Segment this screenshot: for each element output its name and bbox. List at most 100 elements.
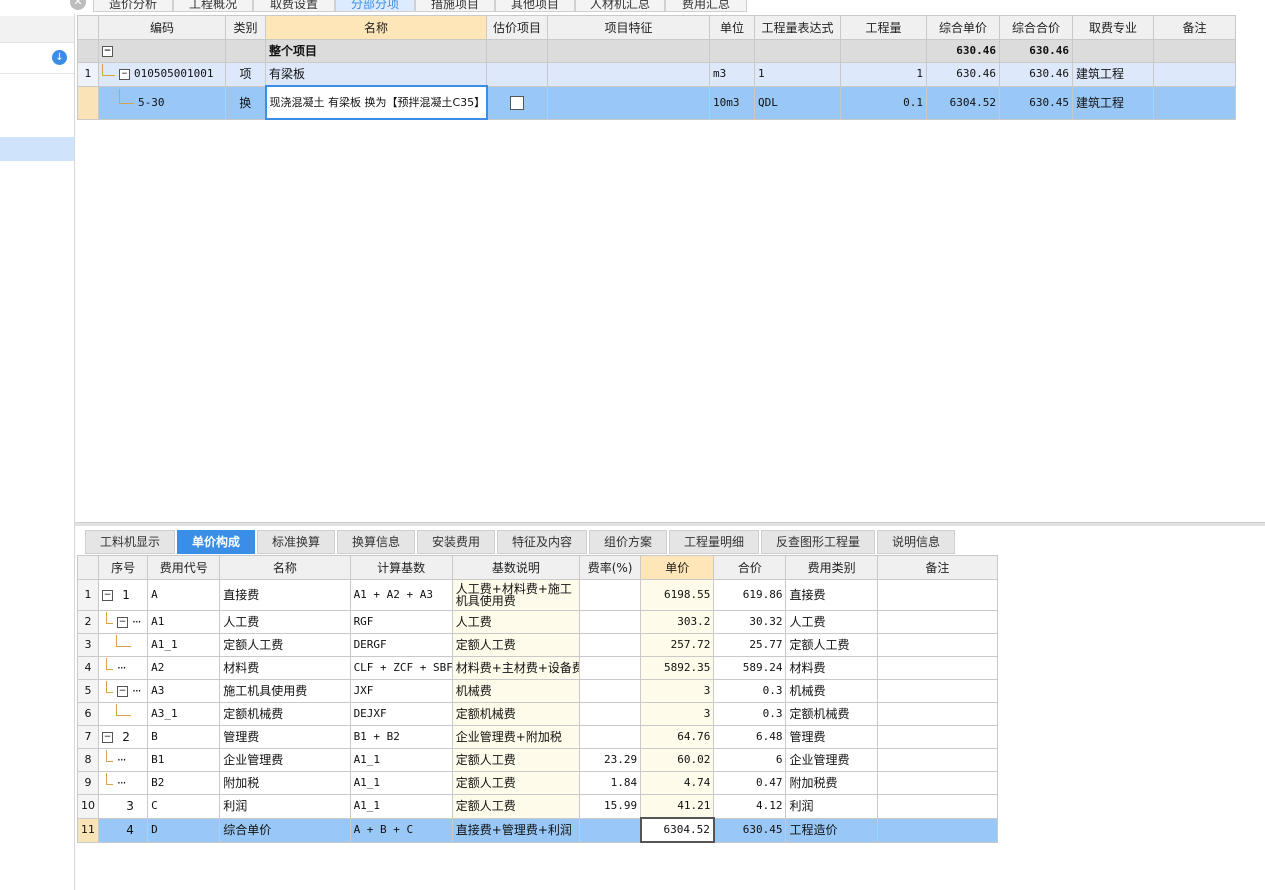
table-row[interactable]: 2− ··· A1 人工费 RGF 人工费 303.2 30.32 人工费	[76, 610, 999, 634]
tab-project-overview[interactable]: 工程概况	[173, 0, 253, 12]
header-total[interactable]: 合价	[713, 555, 787, 580]
row-rate[interactable]	[579, 610, 642, 634]
row-name[interactable]: 利润	[219, 794, 351, 819]
header-fee-type[interactable]: 取费专业	[1072, 15, 1154, 40]
row-remark[interactable]	[876, 702, 999, 726]
header-qty[interactable]: 工程量	[840, 15, 927, 40]
header-calc-base[interactable]: 计算基数	[349, 555, 453, 580]
row-calc-base[interactable]: JXF	[349, 679, 453, 703]
row-name[interactable]: 企业管理费	[219, 748, 351, 772]
collapse-toggle-icon[interactable]: −	[119, 68, 130, 80]
header-fee-category[interactable]: 费用类别	[785, 555, 878, 580]
tab-sub-items[interactable]: 分部分项	[335, 0, 415, 12]
table-row[interactable]: 1−1 A 直接费 A1 + A2 + A3 人工费+材料费+施工机具使用费 6198.5…	[76, 579, 999, 611]
table-row-selected[interactable]: 11 4 D 综合单价 A + B + C 直接费+管理费+利润 6304.52 630.45…	[76, 817, 999, 843]
tab-conversion-info[interactable]: 换算信息	[337, 530, 415, 554]
table-row[interactable]: 5− ··· A3 施工机具使用费 JXF 机械费 3 0.3 机械费	[76, 679, 999, 703]
row-rate[interactable]	[579, 702, 642, 726]
header-remark[interactable]: 备注	[876, 555, 999, 580]
row-rate[interactable]	[579, 817, 642, 843]
row-name[interactable]: 附加税	[219, 771, 351, 795]
header-fee-code[interactable]: 费用代号	[147, 555, 221, 580]
row-remark[interactable]	[876, 579, 999, 611]
collapse-toggle-icon[interactable]: −	[102, 732, 114, 743]
header-total[interactable]: 综合合价	[999, 15, 1073, 40]
tab-cost-analysis[interactable]: 造价分析	[93, 0, 173, 12]
download-icon[interactable]: ↓	[52, 50, 67, 65]
row-rate[interactable]: 15.99	[579, 794, 642, 819]
header-unit-price[interactable]: 单价	[640, 555, 715, 580]
header-remark[interactable]: 备注	[1153, 15, 1236, 40]
collapse-toggle-icon[interactable]: −	[102, 590, 114, 601]
tab-measure-items[interactable]: 措施项目	[415, 0, 495, 12]
row-calc-base[interactable]: CLF + ZCF + SBF	[349, 656, 453, 680]
row-qty-expr[interactable]: QDL	[754, 85, 841, 120]
row-remark[interactable]	[876, 725, 999, 749]
row-name[interactable]: 定额人工费	[219, 633, 351, 657]
row-remark[interactable]	[876, 633, 999, 657]
row-remark[interactable]	[1153, 85, 1236, 120]
row-calc-base[interactable]: RGF	[349, 610, 453, 634]
table-row-selected[interactable]: 5-30 换 现浇混凝土 有梁板 换为【预拌混凝土C35】 10m3 QDL 0…	[77, 85, 1236, 120]
row-remark[interactable]	[876, 794, 999, 819]
row-rate[interactable]	[579, 579, 642, 611]
row-rate[interactable]	[579, 725, 642, 749]
header-unit-price[interactable]: 综合单价	[926, 15, 1000, 40]
row-rate[interactable]	[579, 633, 642, 657]
table-row[interactable]: 10 3 C 利润 A1_1 定额人工费 15.99 41.21 4.12 利润	[76, 794, 999, 819]
row-calc-base[interactable]: B1 + B2	[349, 725, 453, 749]
row-rate[interactable]	[579, 656, 642, 680]
row-remark[interactable]	[876, 679, 999, 703]
header-category[interactable]: 类别	[225, 15, 266, 40]
tab-resource-display[interactable]: 工料机显示	[85, 530, 175, 554]
header-unit[interactable]: 单位	[709, 15, 755, 40]
collapse-toggle-icon[interactable]: −	[102, 46, 113, 57]
table-row[interactable]: 1 −010505001001 项 有梁板 m3 1 1 630.46 630.…	[77, 62, 1236, 87]
splitter-handle[interactable]	[75, 522, 1265, 526]
row-name[interactable]: 管理费	[219, 725, 351, 749]
tab-fee-summary[interactable]: 费用汇总	[665, 0, 747, 12]
row-remark[interactable]	[1153, 62, 1236, 87]
row-name[interactable]: 人工费	[219, 610, 351, 634]
header-rate[interactable]: 费率(%)	[579, 555, 642, 580]
tab-fee-settings[interactable]: 取费设置	[253, 0, 335, 12]
row-remark[interactable]	[876, 656, 999, 680]
row-remark[interactable]	[876, 771, 999, 795]
tab-resource-summary[interactable]: 人材机汇总	[575, 0, 665, 12]
table-row[interactable]: 3 A1_1 定额人工费 DERGF 定额人工费 257.72 25.77 定额人工费	[76, 633, 999, 657]
header-feature[interactable]: 项目特征	[547, 15, 710, 40]
tab-pricing-plan[interactable]: 组价方案	[589, 530, 667, 554]
header-estimate-item[interactable]: 估价项目	[486, 15, 548, 40]
row-calc-base[interactable]: DEJXF	[349, 702, 453, 726]
row-remark[interactable]	[876, 610, 999, 634]
row-rate[interactable]: 1.84	[579, 771, 642, 795]
row-qty-expr[interactable]: 1	[754, 62, 841, 87]
header-name[interactable]: 名称	[219, 555, 351, 580]
tab-description-info[interactable]: 说明信息	[877, 530, 955, 554]
row-rate[interactable]: 23.29	[579, 748, 642, 772]
row-name[interactable]: 综合单价	[219, 817, 351, 843]
row-calc-base[interactable]: A1 + A2 + A3	[349, 579, 453, 611]
header-base-desc[interactable]: 基数说明	[451, 555, 581, 580]
table-row-total[interactable]: − 整个项目 630.46 630.46	[77, 39, 1236, 63]
row-calc-base[interactable]: DERGF	[349, 633, 453, 657]
row-rate[interactable]	[579, 679, 642, 703]
row-name[interactable]: 直接费	[219, 579, 351, 611]
row-name[interactable]: 定额机械费	[219, 702, 351, 726]
tab-other-items[interactable]: 其他项目	[495, 0, 575, 12]
tab-standard-conversion[interactable]: 标准换算	[257, 530, 335, 554]
tab-unit-price-breakdown[interactable]: 单价构成	[177, 530, 255, 554]
tab-install-fee[interactable]: 安装费用	[417, 530, 495, 554]
header-code[interactable]: 编码	[98, 15, 226, 40]
header-qty-expr[interactable]: 工程量表达式	[754, 15, 841, 40]
row-calc-base[interactable]: A + B + C	[349, 817, 453, 843]
header-seq[interactable]: 序号	[98, 555, 149, 580]
tab-quantity-detail[interactable]: 工程量明细	[669, 530, 759, 554]
row-name-editor[interactable]: 现浇混凝土 有梁板 换为【预拌混凝土C35】	[264, 85, 488, 120]
close-icon[interactable]: ✕	[70, 0, 86, 10]
header-name[interactable]: 名称	[265, 15, 487, 40]
table-row[interactable]: 6 A3_1 定额机械费 DEJXF 定额机械费 3 0.3 定额机械费	[76, 702, 999, 726]
row-calc-base[interactable]: A1_1	[349, 794, 453, 819]
tab-graphic-quantity[interactable]: 反查图形工程量	[761, 530, 875, 554]
row-calc-base[interactable]: A1_1	[349, 771, 453, 795]
